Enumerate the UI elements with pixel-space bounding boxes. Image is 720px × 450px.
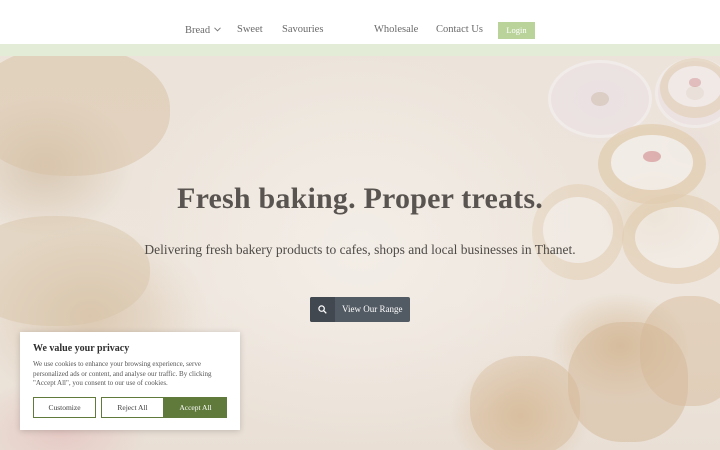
site-header: Bread Sweet Savouries Wholesale Contact … bbox=[0, 0, 720, 44]
login-button[interactable]: Login bbox=[498, 22, 535, 39]
nav-item-bread[interactable]: Bread bbox=[185, 23, 221, 38]
nav-item-savouries[interactable]: Savouries bbox=[282, 23, 323, 37]
accept-all-button[interactable]: Accept All bbox=[164, 397, 227, 418]
nav-item-label: Bread bbox=[185, 25, 211, 36]
cookie-banner-title: We value your privacy bbox=[33, 343, 130, 354]
reject-all-button[interactable]: Reject All bbox=[101, 397, 164, 418]
nav-item-wholesale[interactable]: Wholesale bbox=[374, 23, 418, 37]
hero-title: Fresh baking. Proper treats. bbox=[177, 182, 543, 215]
cookie-banner-text: We use cookies to enhance your browsing … bbox=[33, 360, 212, 387]
nav-item-label: Wholesale bbox=[374, 24, 419, 35]
header-divider-band bbox=[0, 44, 720, 56]
view-our-range-label: View Our Range bbox=[342, 304, 403, 314]
nav-item-label: Savouries bbox=[282, 24, 324, 35]
nav-item-contact-us[interactable]: Contact Us bbox=[436, 23, 483, 37]
bread-loaf-image bbox=[0, 56, 170, 176]
nav-item-label: Contact Us bbox=[436, 24, 483, 35]
customize-button[interactable]: Customize bbox=[33, 397, 96, 418]
nav-item-label: Sweet bbox=[237, 24, 263, 35]
hero-subtitle: Delivering fresh bakery products to cafe… bbox=[144, 242, 576, 257]
view-our-range-button[interactable]: View Our Range bbox=[310, 297, 410, 322]
cookie-consent-banner: We value your privacy We use cookies to … bbox=[20, 332, 240, 430]
pastry-roll-image bbox=[640, 296, 720, 406]
main-nav: Bread Sweet Savouries Wholesale Contact … bbox=[0, 0, 720, 44]
nav-item-sweet[interactable]: Sweet bbox=[237, 23, 263, 37]
search-icon bbox=[310, 297, 335, 322]
chevron-down-icon bbox=[214, 23, 221, 37]
baguette-image bbox=[0, 216, 150, 326]
